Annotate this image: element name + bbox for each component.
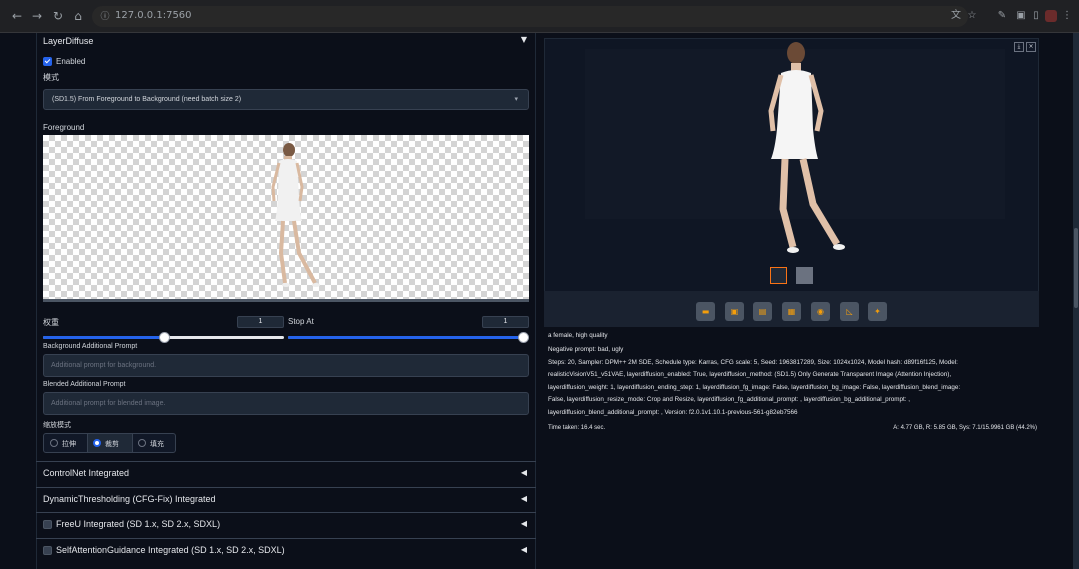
address-bar[interactable] (92, 6, 968, 27)
blended-prompt-placeholder: Additional prompt for blended image. (51, 400, 166, 407)
thumbnail-selected[interactable] (770, 267, 787, 284)
expand-triangle-icon[interactable]: ◀ (521, 545, 527, 554)
output-woman-figure (585, 42, 1005, 253)
output-params-line: realisticVisionV51_v51VAE, layerdiffusio… (548, 371, 952, 378)
blended-prompt-input[interactable]: Additional prompt for blended image. (43, 392, 529, 415)
freeu-checkbox[interactable] (43, 520, 52, 529)
bg-prompt-input[interactable]: Additional prompt for background. (43, 354, 529, 377)
reload-icon[interactable]: ↻ (51, 9, 65, 23)
foreground-woman-figure (271, 143, 320, 287)
close-icon[interactable]: × (1026, 42, 1036, 52)
section-title: FreeU Integrated (SD 1.x, SD 2.x, SDXL) (56, 519, 221, 529)
page-scrollbar-thumb[interactable] (1074, 228, 1078, 308)
radio-circle[interactable] (138, 439, 146, 447)
resize-mode-label: 缩放模式 (43, 422, 71, 429)
browser-toolbar: ← → ↻ ⌂ ⓘ 127.0.0.1:7560 文 ☆ ✎ ▣ ▯ ⋮ (0, 0, 1079, 33)
section-self-attention-guidance[interactable]: SelfAttentionGuidance Integrated (SD 1.x… (36, 538, 536, 562)
output-params-line: False, layerdiffusion_resize_mode: Crop … (548, 396, 910, 403)
extension-icon[interactable]: ✎ (996, 10, 1008, 22)
output-params-line: layerdiffusion_weight: 1, layerdiffusion… (548, 384, 961, 391)
stop-at-slider-fill (288, 336, 524, 339)
section-title: DynamicThresholding (CFG-Fix) Integrated (43, 494, 216, 504)
right-panel: ⤓ × ▬ ▣ ▤ ▦ ◉ ◺ ✦ a female, high quality… (541, 33, 1041, 569)
radio-option-crop[interactable]: 裁剪 (88, 434, 133, 452)
sidepanel-icon[interactable]: ▯ (1030, 10, 1042, 22)
save-icon[interactable]: ▣ (725, 302, 744, 321)
bookmark-star-icon[interactable]: ☆ (966, 10, 978, 22)
section-title: ControlNet Integrated (43, 468, 130, 478)
sag-checkbox[interactable] (43, 546, 52, 555)
output-params-line: layerdiffusion_blend_additional_prompt: … (548, 409, 798, 416)
weight-number-input[interactable]: 1 (237, 316, 284, 328)
thumbnail[interactable] (796, 267, 813, 284)
forward-icon[interactable]: → (30, 9, 44, 23)
foreground-label: Foreground (43, 123, 85, 132)
radio-option-fill[interactable]: 填充 (133, 434, 176, 452)
menu-kebab-icon[interactable]: ⋮ (1061, 10, 1073, 22)
radio-label: 填充 (150, 441, 164, 448)
weight-label: 权重 (43, 318, 59, 327)
download-icon[interactable]: ⤓ (1014, 42, 1024, 52)
translate-icon[interactable]: 文 (950, 10, 962, 22)
back-icon[interactable]: ← (10, 9, 24, 23)
expand-triangle-icon[interactable]: ◀ (521, 468, 527, 477)
home-icon[interactable]: ⌂ (71, 9, 85, 23)
bg-prompt-label: Background Additional Prompt (43, 343, 138, 350)
url-text: 127.0.0.1:7560 (115, 10, 192, 21)
left-panel: LayerDiffuse ▼ Enabled 模式 (SD1.5) From F… (36, 33, 536, 569)
method-dropdown[interactable]: (SD1.5) From Foreground to Background (n… (43, 89, 529, 110)
output-toolbar: ▬ ▣ ▤ ▦ ◉ ◺ ✦ (544, 291, 1039, 327)
bg-prompt-placeholder: Additional prompt for background. (51, 362, 157, 369)
output-prompt: a female, high quality (548, 332, 608, 339)
weight-slider-fill (43, 336, 164, 339)
site-info-icon[interactable]: ⓘ (98, 10, 112, 24)
layerdiffuse-title: LayerDiffuse (43, 36, 94, 46)
collapse-triangle-icon[interactable]: ▼ (521, 35, 527, 44)
output-params-line: Steps: 20, Sampler: DPM++ 2M SDE, Schedu… (548, 359, 958, 366)
weight-slider-knob[interactable] (158, 332, 170, 343)
time-taken: Time taken: 16.4 sec. (548, 425, 606, 431)
method-label: 模式 (43, 73, 59, 82)
stop-at-label: Stop At (288, 317, 314, 326)
section-controlnet[interactable]: ControlNet Integrated ◀ (36, 461, 536, 485)
output-gallery[interactable]: ⤓ × (544, 38, 1039, 294)
enabled-label: Enabled (56, 57, 86, 66)
section-title: SelfAttentionGuidance Integrated (SD 1.x… (56, 545, 285, 555)
resize-mode-radio-group: 拉伸 裁剪 填充 (43, 433, 176, 453)
stop-at-slider-knob[interactable] (518, 332, 529, 343)
zip-icon[interactable]: ▤ (753, 302, 772, 321)
sparkle-icon[interactable]: ✦ (868, 302, 887, 321)
image-bottom-bar (43, 299, 529, 302)
open-folder-icon[interactable]: ▬ (696, 302, 715, 321)
radio-circle[interactable] (50, 439, 58, 447)
radio-label: 裁剪 (105, 441, 119, 448)
method-value: (SD1.5) From Foreground to Background (n… (52, 96, 242, 103)
section-freeu[interactable]: FreeU Integrated (SD 1.x, SD 2.x, SDXL) … (36, 512, 536, 536)
foreground-image[interactable] (43, 135, 529, 301)
output-negative-prompt: Negative prompt: bad, ugly (548, 346, 624, 353)
enabled-checkbox[interactable] (43, 57, 52, 66)
puzzle-icon[interactable]: ▣ (1015, 10, 1027, 22)
expand-triangle-icon[interactable]: ◀ (521, 494, 527, 503)
radio-label: 拉伸 (62, 441, 76, 448)
blended-prompt-label: Blended Additional Prompt (43, 381, 126, 388)
send-to-extras-icon[interactable]: ◺ (840, 302, 859, 321)
stop-at-number-input[interactable]: 1 (482, 316, 529, 328)
chevron-down-icon: ▾ (514, 96, 518, 103)
vram-usage: A: 4.77 GB, R: 5.85 GB, Sys: 7.1/15.9961… (893, 425, 1037, 431)
send-to-img2img-icon[interactable]: ▦ (782, 302, 801, 321)
send-to-inpaint-icon[interactable]: ◉ (811, 302, 830, 321)
radio-circle-selected[interactable] (93, 439, 101, 447)
profile-avatar[interactable] (1045, 10, 1057, 22)
expand-triangle-icon[interactable]: ◀ (521, 519, 527, 528)
radio-option-stretch[interactable]: 拉伸 (44, 434, 88, 452)
section-dynamic-thresholding[interactable]: DynamicThresholding (CFG-Fix) Integrated… (36, 487, 536, 511)
